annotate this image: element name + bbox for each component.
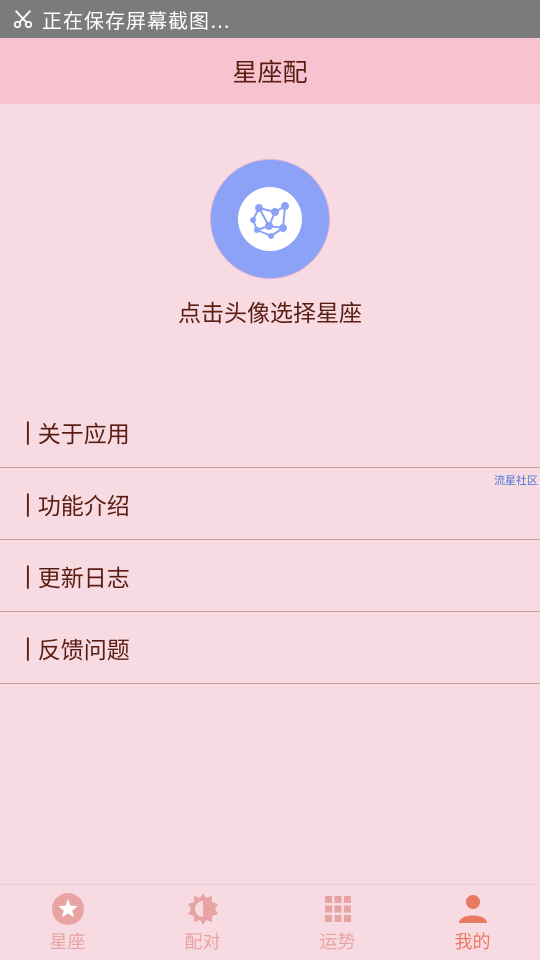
scissors-icon bbox=[13, 10, 33, 29]
avatar-inner bbox=[238, 187, 302, 251]
person-icon bbox=[458, 895, 487, 923]
tab-label: 配对 bbox=[184, 932, 221, 953]
status-text: 正在保存屏幕截图… bbox=[42, 8, 231, 33]
bottom-tab-bar: 星座 配对 运势 我的 bbox=[0, 884, 540, 960]
grid-icon bbox=[324, 896, 351, 922]
settings-menu: | 关于应用 | 功能介绍 | 更新日志 | 反馈问题 bbox=[0, 396, 540, 684]
menu-item-about[interactable]: | 关于应用 bbox=[0, 396, 540, 468]
tab-label: 我的 bbox=[454, 932, 491, 953]
community-link[interactable]: 流星社区 bbox=[494, 472, 538, 488]
menu-item-changelog[interactable]: | 更新日志 bbox=[0, 540, 540, 612]
star-icon bbox=[51, 893, 84, 925]
menu-item-feedback[interactable]: | 反馈问题 bbox=[0, 612, 540, 684]
tab-mine[interactable]: 我的 bbox=[405, 885, 540, 960]
tab-fortune[interactable]: 运势 bbox=[270, 885, 405, 960]
tab-label: 运势 bbox=[319, 932, 356, 953]
tab-match[interactable]: 配对 bbox=[135, 885, 270, 960]
avatar-button[interactable] bbox=[211, 160, 329, 278]
app-bar: 星座配 bbox=[0, 38, 540, 104]
tab-constellation[interactable]: 星座 bbox=[0, 885, 135, 960]
menu-item-label: 反馈问题 bbox=[37, 637, 130, 664]
menu-divider-bar: | bbox=[24, 634, 32, 661]
tab-label: 星座 bbox=[49, 932, 86, 953]
sun-icon bbox=[187, 893, 218, 925]
menu-item-label: 关于应用 bbox=[37, 421, 130, 448]
menu-item-label: 功能介绍 bbox=[37, 493, 130, 520]
page-title: 星座配 bbox=[232, 58, 308, 87]
screen: 正在保存屏幕截图… 星座配 点击头像选择星座 | 关于应用 | 功能介绍 | 更… bbox=[0, 0, 540, 960]
menu-item-features[interactable]: | 功能介绍 bbox=[0, 468, 540, 540]
menu-item-label: 更新日志 bbox=[37, 565, 130, 592]
status-bar: 正在保存屏幕截图… bbox=[0, 0, 540, 38]
menu-divider-bar: | bbox=[24, 562, 32, 589]
avatar-hint: 点击头像选择星座 bbox=[178, 301, 362, 327]
menu-divider-bar: | bbox=[24, 418, 32, 445]
menu-divider-bar: | bbox=[24, 490, 32, 517]
network-icon bbox=[250, 202, 289, 239]
